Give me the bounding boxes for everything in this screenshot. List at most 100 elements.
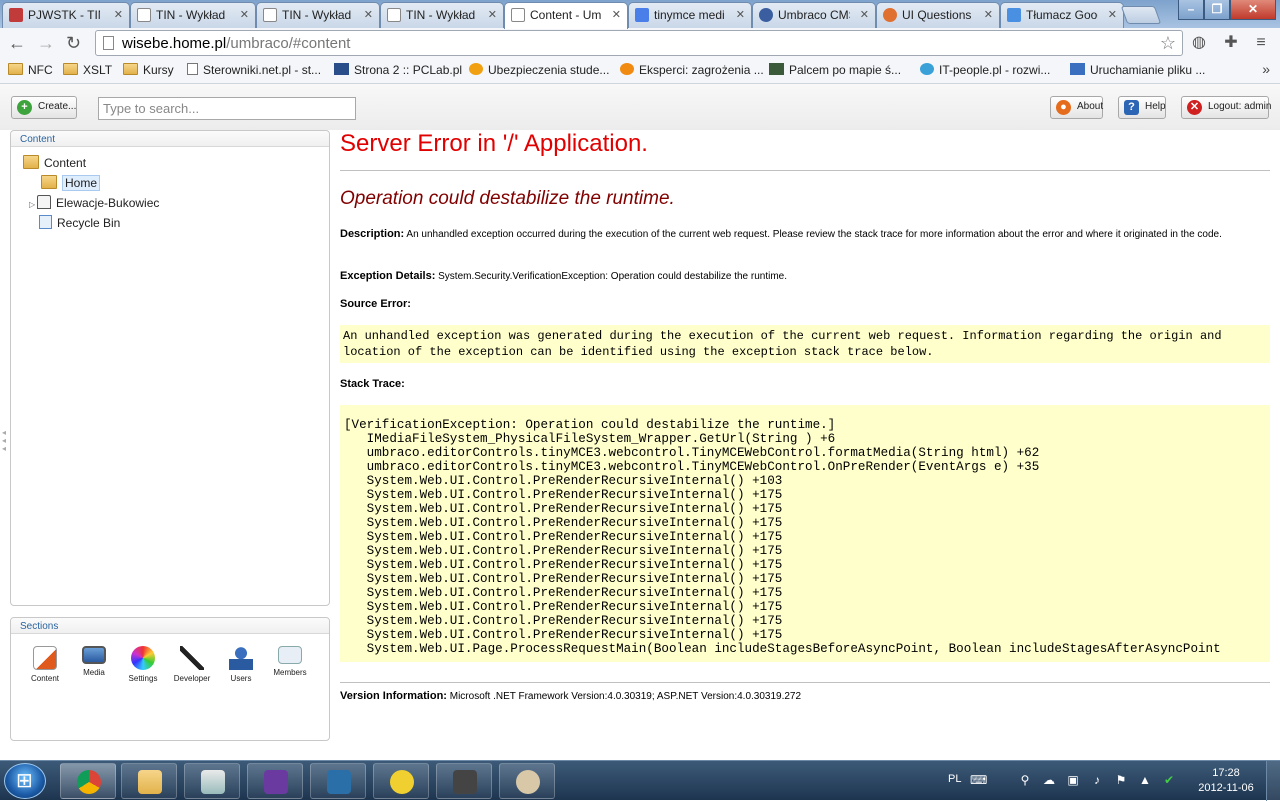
tab-ui-questions[interactable]: UI Questions ✕ — [876, 2, 1000, 28]
browser-toolbar: ← → ↻ wisebe.home.pl/umbraco/#content ☆ … — [0, 28, 1280, 58]
reload-icon[interactable]: ↻ — [66, 34, 81, 52]
error-subtitle: Operation could destabilize the runtime. — [340, 188, 675, 209]
network-signal-icon[interactable]: ▲ — [1138, 773, 1152, 787]
flag-icon[interactable]: ⚑ — [1114, 773, 1128, 787]
tab-close-icon[interactable]: ✕ — [984, 8, 993, 21]
keyboard-icon[interactable]: ⌨ — [970, 773, 987, 787]
taskbar-paint[interactable] — [499, 763, 555, 799]
close-window-button[interactable]: ✕ — [1230, 0, 1276, 20]
language-indicator[interactable]: PL — [948, 773, 961, 785]
tab-content-umbraco[interactable]: Content - Um ✕ — [504, 2, 628, 29]
stack-trace-line: System.Web.UI.Control.PreRenderRecursive… — [344, 516, 783, 530]
tree-node-recycle-bin[interactable]: Recycle Bin — [39, 215, 120, 230]
create-button[interactable]: + Create... — [11, 96, 77, 119]
taskbar-chrome[interactable] — [60, 763, 116, 799]
back-arrow-icon[interactable]: ← — [8, 34, 26, 52]
update-check-icon[interactable]: ✔ — [1162, 773, 1176, 787]
restore-button[interactable]: ❐ — [1204, 0, 1230, 20]
page-icon — [187, 63, 198, 75]
collapse-handle-icon[interactable]: ◂ ◂ ◂ — [2, 429, 6, 453]
taskbar-explorer[interactable] — [121, 763, 177, 799]
tab-close-icon[interactable]: ✕ — [240, 8, 249, 21]
section-members[interactable]: Members — [267, 646, 313, 677]
section-content[interactable]: Content — [22, 646, 68, 683]
tab-tin-wyklad[interactable]: TIN - Wykład ✕ — [256, 2, 380, 28]
tab-tin-wyklad-3[interactable]: TIN - Wykład 3 ✕ — [380, 2, 504, 28]
tab-google-translate[interactable]: Tłumacz Goog ✕ — [1000, 2, 1124, 28]
tab-tinymce-media[interactable]: tinymce medi ✕ — [628, 2, 752, 28]
volume-icon[interactable]: ♪ — [1090, 773, 1104, 787]
user-icon — [229, 646, 253, 670]
folder-icon — [8, 63, 23, 75]
panel-title: Content — [11, 131, 329, 147]
clock[interactable]: 17:28 2012-11-06 — [1196, 766, 1256, 796]
pclab-icon — [334, 63, 349, 75]
bookmark-item[interactable]: Strona 2 :: PCLab.pl — [334, 63, 462, 77]
section-settings[interactable]: Settings — [120, 646, 166, 683]
exception-details-paragraph: Exception Details: System.Security.Verif… — [340, 270, 788, 282]
tab-close-icon[interactable]: ✕ — [1108, 8, 1117, 21]
media-icon[interactable]: ▣ — [1066, 773, 1080, 787]
tab-pjwstk[interactable]: PJWSTK - TIN ✕ — [2, 2, 130, 28]
browser-tab-strip: PJWSTK - TIN ✕ TIN - Wykład 4 ✕ TIN - Wykł… — [0, 0, 1280, 29]
cpu-icon — [264, 770, 288, 794]
bookmark-item[interactable]: Palcem po mapie ś... — [769, 63, 901, 77]
extension-globe-icon[interactable]: ◍ — [1190, 34, 1208, 52]
windows-taskbar: PL ⌨ ⚲ ☁ ▣ ♪ ⚑ ▲ ✔ 17:28 2012-11-06 — [0, 760, 1280, 801]
members-card-icon — [278, 646, 302, 664]
document-icon — [511, 8, 525, 22]
usb-icon[interactable]: ⚲ — [1018, 773, 1032, 787]
bookmarks-overflow-button[interactable]: » — [1262, 61, 1270, 77]
tab-umbraco-cms[interactable]: Umbraco CMS ✕ — [752, 2, 876, 28]
taskbar-app[interactable] — [373, 763, 429, 799]
tab-close-icon[interactable]: ✕ — [488, 8, 497, 21]
minimize-button[interactable]: – — [1178, 0, 1204, 20]
page-icon — [103, 36, 114, 50]
search-input[interactable] — [98, 97, 356, 120]
logout-button[interactable]: ✕ Logout: admin — [1181, 96, 1271, 119]
document-icon — [137, 8, 151, 22]
start-button[interactable] — [4, 763, 46, 799]
bookmark-item[interactable]: NFC — [8, 63, 53, 77]
taskbar-app[interactable] — [184, 763, 240, 799]
new-tab-button[interactable] — [1120, 6, 1162, 24]
address-bar[interactable]: wisebe.home.pl/umbraco/#content ☆ — [95, 30, 1183, 56]
tab-close-icon[interactable]: ✕ — [612, 8, 621, 21]
menu-icon[interactable]: ≡ — [1252, 34, 1270, 52]
bookmarks-bar: NFC XSLT Kursy Sterowniki.net.pl - st...… — [0, 58, 1280, 84]
tab-close-icon[interactable]: ✕ — [736, 8, 745, 21]
bookmark-item[interactable]: Eksperci: zagrożenia ... — [620, 63, 764, 77]
show-desktop-button[interactable] — [1266, 761, 1280, 801]
bookmark-item[interactable]: Ubezpieczenia stude... — [469, 63, 609, 77]
bookmark-item[interactable]: Kursy — [123, 63, 174, 77]
help-button[interactable]: ? Help — [1118, 96, 1166, 119]
bookmark-item[interactable]: IT-people.pl - rozwi... — [920, 63, 1050, 77]
github-icon — [759, 8, 773, 22]
tab-close-icon[interactable]: ✕ — [114, 8, 123, 21]
bookmark-item[interactable]: Sterowniki.net.pl - st... — [187, 63, 321, 77]
developer-wand-icon — [180, 646, 204, 670]
help-icon: ? — [1124, 100, 1139, 115]
tree-node-elewacje[interactable]: ▷ Elewacje-Bukowiec — [29, 195, 159, 210]
bookmark-item[interactable]: Uruchamianie pliku ... — [1070, 63, 1205, 77]
forward-arrow-icon[interactable]: → — [37, 34, 55, 52]
section-users[interactable]: Users — [218, 646, 264, 683]
taskbar-cpuz[interactable] — [247, 763, 303, 799]
tree-node-home[interactable]: Home — [41, 175, 101, 191]
bookmark-item[interactable]: XSLT — [63, 63, 112, 77]
section-media[interactable]: Media — [71, 646, 117, 677]
about-icon: ● — [1056, 100, 1071, 115]
about-button[interactable]: ● About — [1050, 96, 1103, 119]
cloud-icon[interactable]: ☁ — [1042, 773, 1056, 787]
tab-close-icon[interactable]: ✕ — [364, 8, 373, 21]
extension-puzzle-icon[interactable]: ✚ — [1222, 34, 1240, 52]
tab-close-icon[interactable]: ✕ — [860, 8, 869, 21]
tree-node-content[interactable]: Content — [23, 155, 86, 170]
expand-arrow-icon[interactable]: ▷ — [29, 200, 37, 209]
stack-trace-line: System.Web.UI.Control.PreRenderRecursive… — [344, 572, 783, 586]
tab-tin-wyklad-4[interactable]: TIN - Wykład 4 ✕ — [130, 2, 256, 28]
section-developer[interactable]: Developer — [169, 646, 215, 683]
taskbar-app[interactable] — [436, 763, 492, 799]
taskbar-app[interactable] — [310, 763, 366, 799]
bookmark-star-icon[interactable]: ☆ — [1160, 33, 1176, 54]
